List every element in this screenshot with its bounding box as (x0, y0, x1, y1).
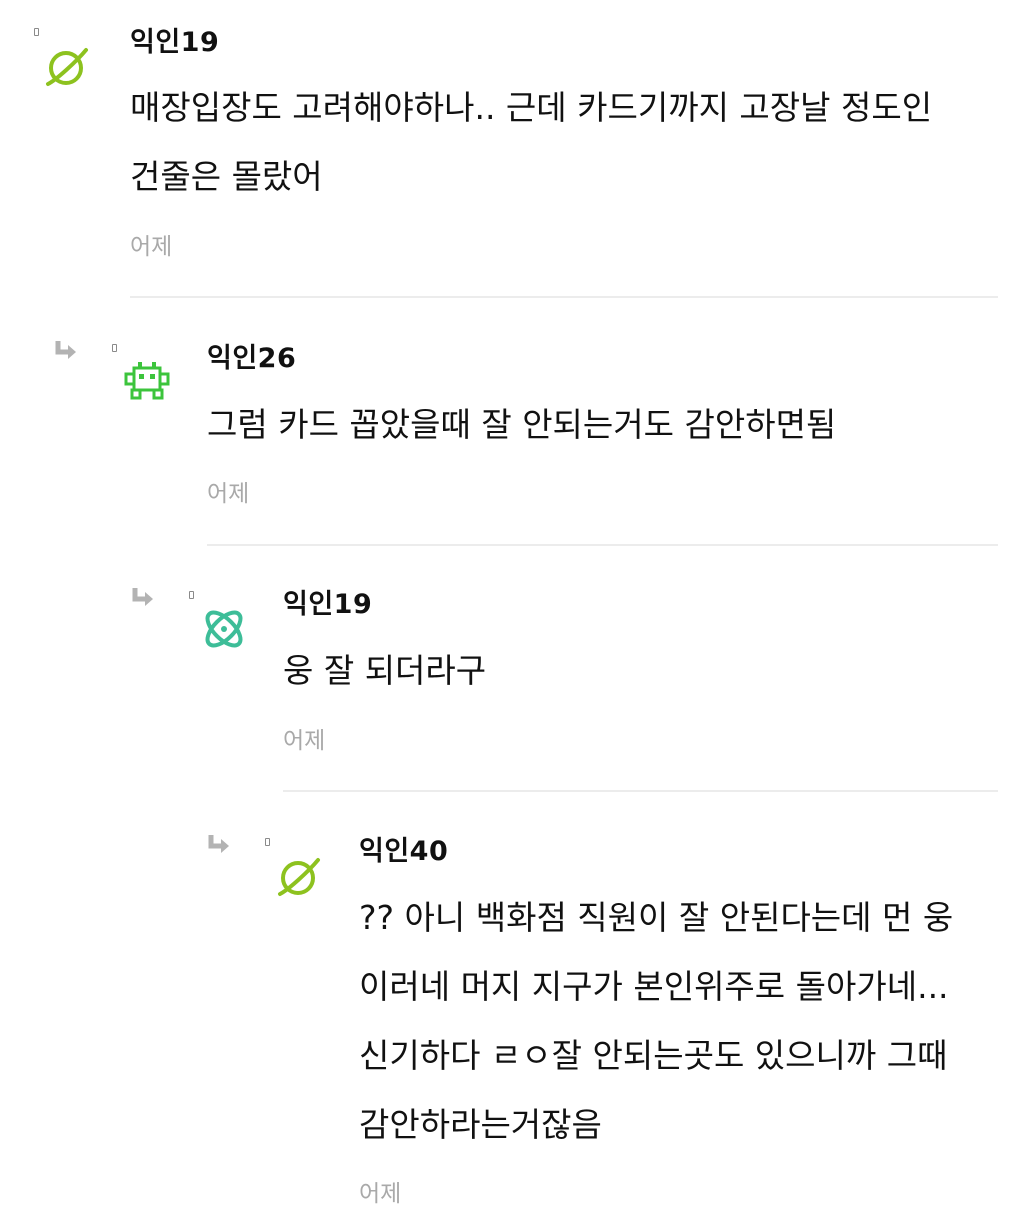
bookmark-icon[interactable] (265, 838, 270, 846)
bookmark-icon[interactable] (112, 344, 117, 352)
comment-body: 그럼 카드 꼽았을때 잘 안되는거도 감안하면됨 (207, 390, 836, 459)
atom-icon[interactable] (199, 604, 249, 654)
comment-line: 그럼 카드 꼽았을때 잘 안되는거도 감안하면됨 (207, 405, 837, 444)
reply-arrow-icon (55, 341, 76, 359)
comment-author[interactable]: 익인19 (283, 591, 372, 618)
planet-icon[interactable] (274, 852, 324, 902)
comment-body: 웅 잘 되더라구 (283, 636, 486, 705)
divider (283, 790, 998, 792)
comment-line: 매장입장도 고려해야하나.. 근데 카드기까지 고장날 정도인 (130, 88, 933, 127)
comment-timestamp: 어제 (130, 234, 173, 260)
comment-timestamp: 어제 (207, 481, 250, 507)
comment-author[interactable]: 익인19 (130, 29, 219, 56)
comment-line: 신기하다 ㄹㅇ잘 안되는곳도 있으니까 그때 (359, 1036, 948, 1075)
comment-line: ?? 아니 백화점 직원이 잘 안된다는데 먼 웅 (359, 898, 954, 937)
reply-arrow-icon (208, 835, 229, 853)
divider (207, 544, 998, 546)
planet-icon[interactable] (42, 42, 92, 92)
divider (130, 296, 998, 298)
comment-timestamp: 어제 (359, 1181, 402, 1207)
comment-author[interactable]: 익인40 (359, 838, 448, 865)
bookmark-icon[interactable] (189, 591, 194, 599)
reply-arrow-icon (132, 588, 153, 606)
space-invader-icon[interactable] (122, 358, 172, 408)
comment-timestamp: 어제 (283, 728, 326, 754)
comment-body: ?? 아니 백화점 직원이 잘 안된다는데 먼 웅 이러네 머지 지구가 본인위… (359, 883, 953, 1159)
comment-body: 매장입장도 고려해야하나.. 근데 카드기까지 고장날 정도인 건줄은 몰랐어 (130, 73, 932, 211)
comment-line: 감안하라는거잖음 (359, 1105, 602, 1144)
comment-author[interactable]: 익인26 (207, 345, 296, 372)
comment-line: 웅 잘 되더라구 (283, 651, 487, 690)
bookmark-icon[interactable] (34, 28, 39, 36)
comment-line: 이러네 머지 지구가 본인위주로 돌아가네... (359, 967, 949, 1006)
comment-line: 건줄은 몰랐어 (130, 157, 323, 196)
